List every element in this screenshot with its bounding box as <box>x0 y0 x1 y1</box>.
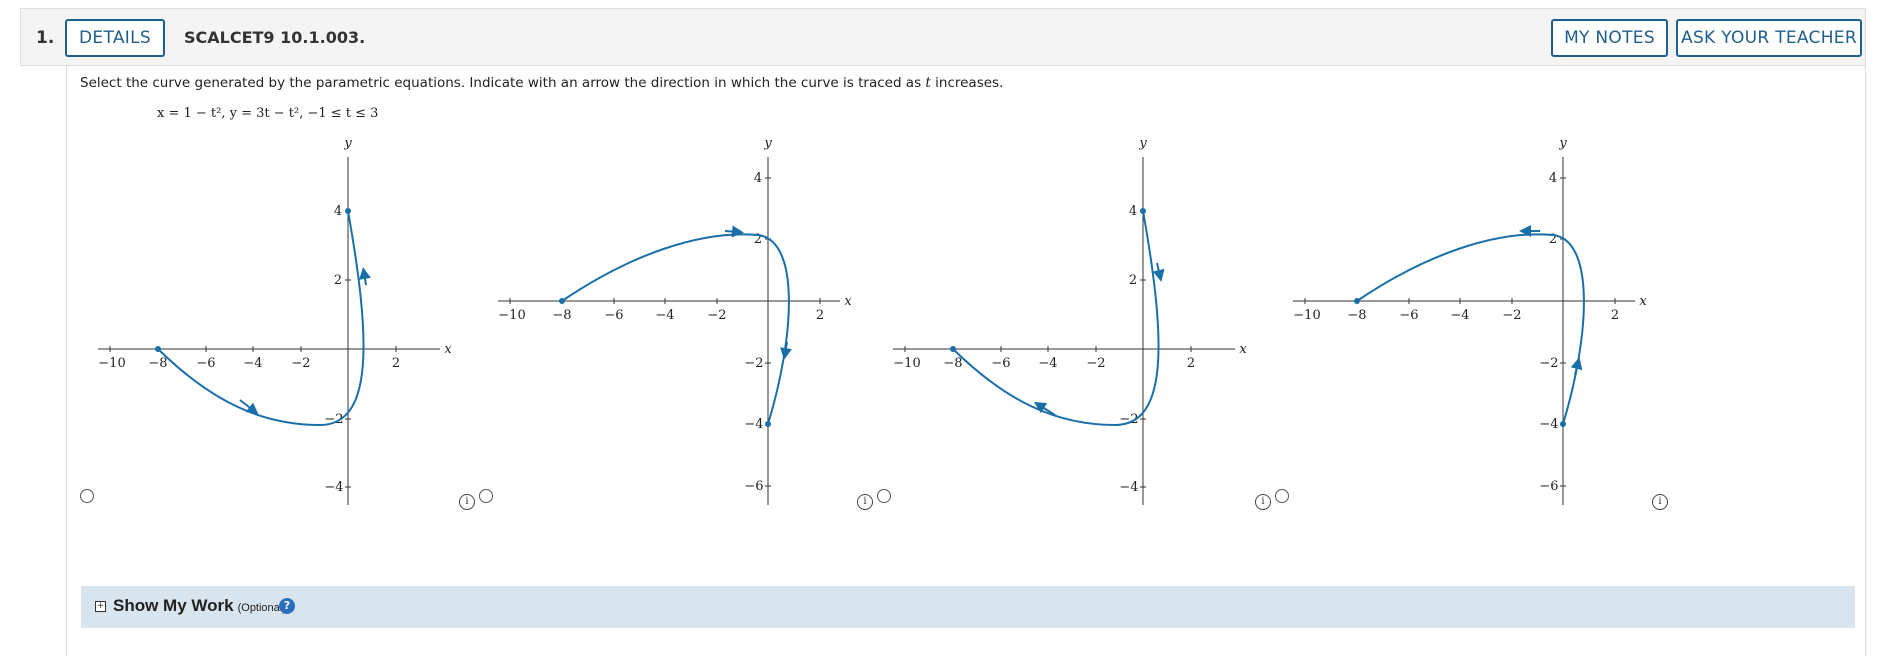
info-icon[interactable]: i <box>857 494 873 510</box>
question-header: 1. DETAILS SCALCET9 10.1.003. MY NOTES A… <box>20 8 1866 66</box>
expand-toggle-icon[interactable]: + <box>95 601 106 612</box>
svg-text:−2: −2 <box>744 356 763 371</box>
x-tick-label: −8 <box>148 356 167 371</box>
question-number: 1. <box>36 28 55 48</box>
info-icon[interactable]: i <box>1652 494 1668 510</box>
x-tick-label: −8 <box>552 308 571 323</box>
svg-text:2: 2 <box>1129 273 1137 288</box>
x-tick-label: −4 <box>243 356 262 371</box>
choice-radio-2[interactable] <box>479 489 493 503</box>
show-my-work-panel: + Show My Work (Optional) ? <box>81 586 1855 628</box>
x-tick-label: −10 <box>98 356 125 371</box>
x-tick-label: −10 <box>1293 308 1320 323</box>
svg-text:−4: −4 <box>1539 417 1558 432</box>
x-axis-label: x <box>444 342 452 357</box>
choice-radio-4[interactable] <box>1275 489 1289 503</box>
y-axis-label: y <box>763 136 772 151</box>
parametric-curve <box>952 210 1160 427</box>
svg-text:−4: −4 <box>744 417 763 432</box>
x-tick-label: −6 <box>1399 308 1418 323</box>
x-tick-label: 2 <box>392 356 400 371</box>
parametric-curve <box>561 233 790 425</box>
graph-choice-1: −10 −8 −6 −4 −2 2 42 −2−4 x y <box>98 136 452 505</box>
choice-radio-3[interactable] <box>877 489 891 503</box>
question-instructions: Select the curve generated by the parame… <box>80 75 1004 91</box>
svg-text:−6: −6 <box>744 479 763 494</box>
svg-text:4: 4 <box>1549 171 1557 186</box>
parametric-curve <box>1356 233 1585 425</box>
y-axis-label: y <box>1138 136 1147 151</box>
info-icon[interactable]: i <box>459 494 475 510</box>
question-id: SCALCET9 10.1.003. <box>184 28 366 47</box>
svg-text:4: 4 <box>1129 204 1137 219</box>
info-icon[interactable]: i <box>1255 494 1271 510</box>
x-tick-label: −6 <box>604 308 623 323</box>
x-tick-label: −8 <box>943 356 962 371</box>
x-tick-label: −4 <box>1038 356 1057 371</box>
svg-text:−4: −4 <box>1119 480 1138 495</box>
x-tick-label: −2 <box>1086 356 1105 371</box>
details-button[interactable]: DETAILS <box>65 19 165 57</box>
x-tick-label: 2 <box>1611 308 1619 323</box>
x-tick-label: −4 <box>1450 308 1469 323</box>
y-axis-label: y <box>1558 136 1567 151</box>
ask-teacher-button[interactable]: ASK YOUR TEACHER <box>1676 19 1862 57</box>
x-axis-label: x <box>844 294 852 309</box>
x-tick-label: −10 <box>893 356 920 371</box>
x-tick-label: −8 <box>1347 308 1366 323</box>
y-axis-label: y <box>343 136 352 151</box>
parametric-curve <box>157 210 365 427</box>
x-tick-label: −2 <box>1502 308 1521 323</box>
graph-choice-4: −10 −8 −6 −4 −2 2 42 −2−4−6 x y <box>1293 136 1647 505</box>
graph-choice-2: −10 −8 −6 −4 −2 2 42 −2−4−6 x y <box>498 136 852 505</box>
parametric-equations: x = 1 − t², y = 3t − t², −1 ≤ t ≤ 3 <box>157 106 379 121</box>
svg-text:2: 2 <box>334 273 342 288</box>
x-axis-label: x <box>1639 294 1647 309</box>
help-icon[interactable]: ? <box>279 598 295 614</box>
x-tick-label: 2 <box>816 308 824 323</box>
svg-text:−6: −6 <box>1539 479 1558 494</box>
x-tick-label: 2 <box>1187 356 1195 371</box>
choice-radio-1[interactable] <box>80 489 94 503</box>
svg-text:4: 4 <box>334 204 342 219</box>
x-tick-label: −6 <box>991 356 1010 371</box>
graph-choice-3: −10 −8 −6 −4 −2 2 42 −2−4 x y <box>893 136 1247 505</box>
x-tick-label: −6 <box>196 356 215 371</box>
x-tick-label: −2 <box>291 356 310 371</box>
x-axis-label: x <box>1239 342 1247 357</box>
x-tick-label: −4 <box>655 308 674 323</box>
svg-text:−2: −2 <box>1539 356 1558 371</box>
x-tick-label: −2 <box>707 308 726 323</box>
x-tick-label: −10 <box>498 308 525 323</box>
show-my-work-title[interactable]: Show My Work (Optional) <box>113 596 286 616</box>
svg-text:−4: −4 <box>324 480 343 495</box>
my-notes-button[interactable]: MY NOTES <box>1551 19 1668 57</box>
svg-text:4: 4 <box>754 171 762 186</box>
